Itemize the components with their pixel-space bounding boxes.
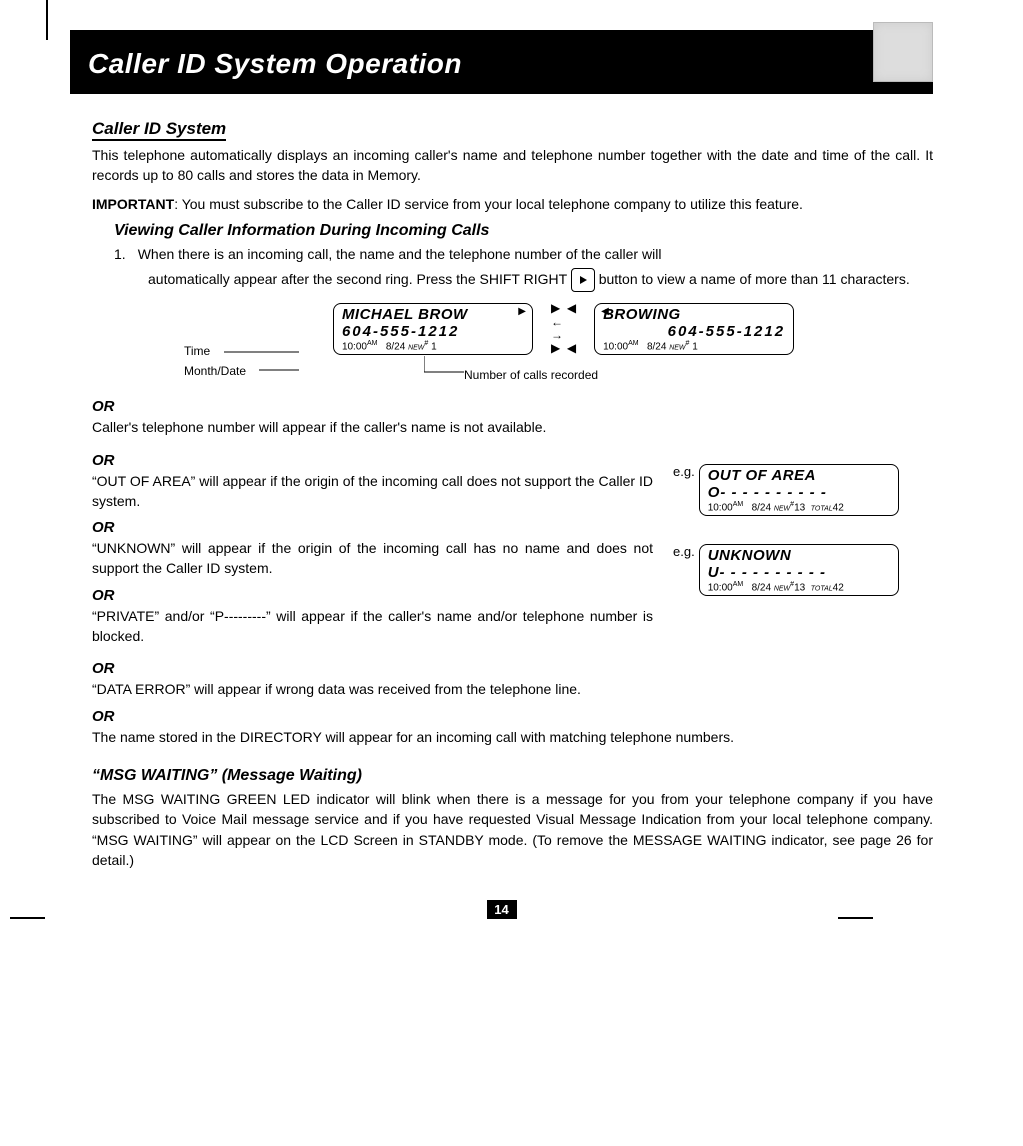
or-4: OR [92,587,653,604]
or-5: OR [92,660,933,677]
important-text: : You must subscribe to the Caller ID se… [174,196,803,212]
or1-text: Caller's telephone number will appear if… [92,417,933,437]
or5-text: “DATA ERROR” will appear if wrong data w… [92,679,933,699]
decorative-box [873,22,933,82]
lcd-oa-status: 10:00AM 8/24 NEW#13 TOTAL42 [708,501,890,513]
lcd1-number: 604-555-1212 [342,323,524,340]
lcd2-name: BROWING [603,306,785,323]
lcd-oa-name: OUT OF AREA [708,467,890,484]
or-6: OR [92,708,933,725]
lcd-diagram: Time Month/Date ▶ MICHAEL BROW 604-555-1… [194,302,933,392]
lcd1-name: MICHAEL BROW [342,306,524,323]
lcd1-status: 10:00AM 8/24 NEW# 1 [342,340,524,352]
heading-caller-id: Caller ID System [92,119,226,141]
important-note: IMPORTANT: You must subscribe to the Cal… [92,194,933,214]
lcd-unknown: UNKNOWN U- - - - - - - - - - 10:00AM 8/2… [699,544,899,596]
lcd-uk-num: U- - - - - - - - - - [708,564,890,581]
eg-label-2: e.g. [673,544,695,559]
crop-mark-bl [10,917,45,919]
step-1: 1. When there is an incoming call, the n… [114,244,933,264]
or-3: OR [92,519,653,536]
lcd-oa-num: O- - - - - - - - - - [708,484,890,501]
heading-viewing: Viewing Caller Information During Incomi… [114,222,933,240]
msg-waiting-text: The MSG WAITING GREEN LED indicator will… [92,789,933,870]
or2-text: “OUT OF AREA” will appear if the origin … [92,471,653,512]
page-number: 14 [487,900,517,919]
section-banner: Caller ID System Operation [70,30,933,94]
step-1-cont: automatically appear after the second ri… [148,268,933,292]
or-2: OR [92,452,653,469]
or3-text: “UNKNOWN” will appear if the origin of t… [92,538,653,579]
lcd2-status: 10:00AM 8/24 NEW# 1 [603,340,785,352]
heading-msg-waiting: “MSG WAITING” (Message Waiting) [92,767,933,785]
banner-title: Caller ID System Operation [88,48,462,79]
important-label: IMPORTANT [92,196,174,212]
shift-right-button-icon [571,268,595,292]
label-numcalls: Number of calls recorded [464,368,598,382]
lcd-out-of-area: OUT OF AREA O- - - - - - - - - - 10:00AM… [699,464,899,516]
lcd2-number: 604-555-1212 [603,323,785,340]
crop-mark [46,0,48,40]
lcd-screen-2: ◀ BROWING 604-555-1212 10:00AM 8/24 NEW#… [594,303,794,355]
lcd-uk-status: 10:00AM 8/24 NEW#13 TOTAL42 [708,581,890,593]
triangle-right-icon: ▶ [518,306,526,317]
step-text-pre: automatically appear after the second ri… [148,271,571,287]
lcd-uk-name: UNKNOWN [708,547,890,564]
or6-text: The name stored in the DIRECTORY will ap… [92,727,933,747]
lcd-screen-1: ▶ MICHAEL BROW 604-555-1212 10:00AM 8/24… [333,303,533,355]
step-text-post: button to view a name of more than 11 ch… [599,271,910,287]
step-number: 1. [114,244,126,264]
intro-paragraph: This telephone automatically displays an… [92,145,933,186]
step-text-a: When there is an incoming call, the name… [138,244,662,264]
crop-mark-br [838,917,873,919]
or4-text: “PRIVATE” and/or “P---------” will appea… [92,606,653,647]
eg-label-1: e.g. [673,464,695,479]
arrows-between: ▶ ◀ ← → ▶ ◀ [551,302,576,355]
triangle-left-icon: ◀ [601,306,609,317]
or-1: OR [92,398,933,415]
